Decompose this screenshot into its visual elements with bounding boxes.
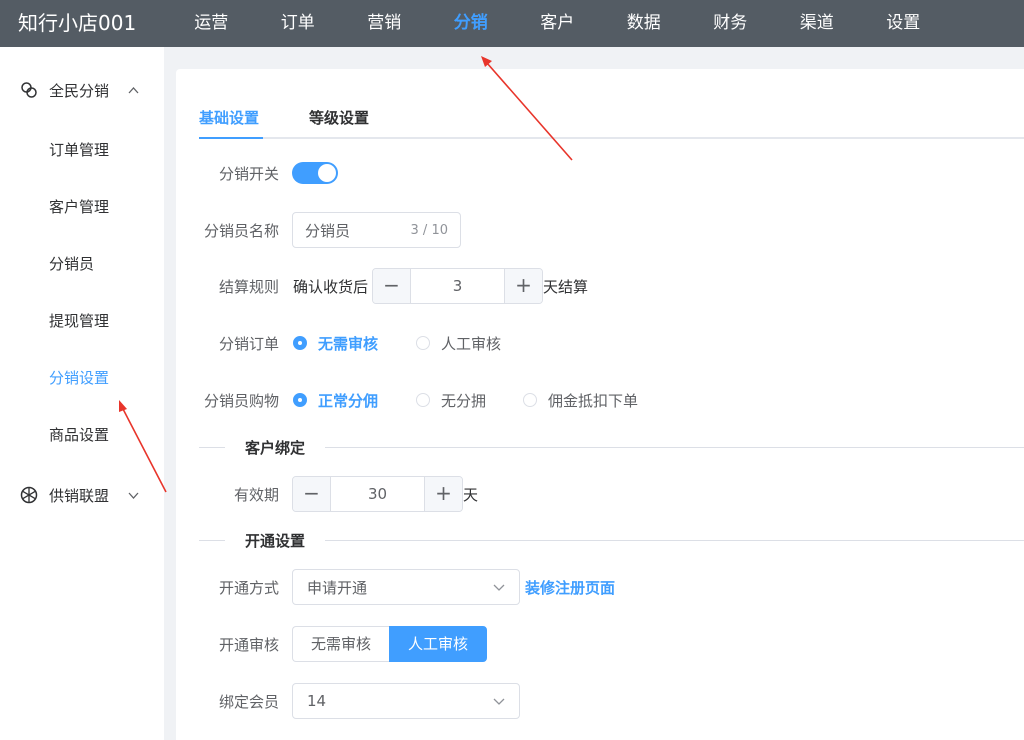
bind-member-select[interactable]: 14 xyxy=(292,683,520,719)
nav-data[interactable]: 数据 xyxy=(601,0,688,47)
radio-label: 正常分佣 xyxy=(318,391,379,410)
top-nav: 运营 订单 营销 分销 客户 数据 财务 渠道 设置 xyxy=(168,0,947,47)
radio-dot xyxy=(293,393,307,407)
open-review-no-review-button[interactable]: 无需审核 xyxy=(292,626,390,662)
open-review-label: 开通审核 xyxy=(218,635,279,654)
valid-period-unit: 天 xyxy=(463,485,479,504)
increase-button[interactable]: + xyxy=(504,269,542,303)
distributor-purchase-label: 分销员购物 xyxy=(203,391,279,410)
distribution-order-label: 分销订单 xyxy=(218,334,279,353)
settlement-days-value[interactable]: 3 xyxy=(411,269,504,303)
open-mode-select[interactable]: 申请开通 xyxy=(292,569,520,605)
form-row-bind-member: 绑定会员 14 xyxy=(176,683,676,719)
settings-card: 基础设置 等级设置 分销开关 分销员名称 分销员 3 / 10 结算规则 确认收… xyxy=(176,69,1024,740)
chevron-down-icon xyxy=(493,698,505,705)
bind-member-value: 14 xyxy=(307,692,327,710)
valid-period-stepper: − 30 + xyxy=(292,476,463,512)
distribution-switch[interactable] xyxy=(292,162,338,184)
char-count: 3 / 10 xyxy=(410,222,448,238)
radio-dot xyxy=(416,336,430,350)
form-row-valid-period: 有效期 − 30 + 天 xyxy=(176,476,576,512)
radio-dot xyxy=(293,336,307,350)
nav-orders[interactable]: 订单 xyxy=(255,0,342,47)
settlement-suffix: 天结算 xyxy=(543,277,589,296)
sidebar-item-withdrawal-management[interactable]: 提现管理 xyxy=(0,301,164,341)
radio-order-no-review[interactable]: 无需审核 xyxy=(293,333,378,354)
open-mode-label: 开通方式 xyxy=(218,578,279,597)
sidebar: 全民分销 订单管理 客户管理 分销员 提现管理 分销设置 商品设置 供销联盟 xyxy=(0,47,164,740)
top-navigation-bar: 知行小店001 运营 订单 营销 分销 客户 数据 财务 渠道 设置 xyxy=(0,0,1024,47)
nav-distribution[interactable]: 分销 xyxy=(428,0,515,47)
chevron-up-icon xyxy=(128,87,139,94)
section-title-customer-binding: 客户绑定 xyxy=(225,437,326,458)
tab-basic-settings[interactable]: 基础设置 xyxy=(199,107,259,128)
settlement-prefix: 确认收货后 xyxy=(293,277,369,296)
distributor-name-input[interactable]: 分销员 3 / 10 xyxy=(292,212,461,248)
network-icon xyxy=(20,486,38,504)
open-mode-value: 申请开通 xyxy=(307,578,368,597)
sidebar-item-order-management[interactable]: 订单管理 xyxy=(0,130,164,170)
radio-dot xyxy=(416,393,430,407)
settlement-rule-label: 结算规则 xyxy=(218,277,279,296)
distributor-name-label: 分销员名称 xyxy=(203,221,279,240)
chevron-down-icon xyxy=(128,492,139,499)
form-row-purchase: 分销员购物 正常分佣 无分拥 佣金抵扣下单 xyxy=(176,382,776,418)
radio-label: 无需审核 xyxy=(318,334,379,353)
increase-button[interactable]: + xyxy=(424,477,462,511)
nav-operations[interactable]: 运营 xyxy=(168,0,255,47)
nav-finance[interactable]: 财务 xyxy=(687,0,774,47)
section-title-open-settings: 开通设置 xyxy=(225,530,326,551)
nav-marketing[interactable]: 营销 xyxy=(341,0,428,47)
open-review-toggle: 无需审核 人工审核 xyxy=(292,626,488,662)
form-row-switch: 分销开关 xyxy=(176,155,576,191)
sidebar-item-customer-management[interactable]: 客户管理 xyxy=(0,187,164,227)
radio-label: 人工审核 xyxy=(441,334,502,353)
store-name: 知行小店001 xyxy=(18,11,137,35)
sidebar-group-label: 全民分销 xyxy=(49,81,110,100)
valid-period-label: 有效期 xyxy=(233,485,279,504)
sidebar-item-distribution-settings[interactable]: 分销设置 xyxy=(0,358,164,398)
tab-active-indicator xyxy=(199,137,263,139)
decrease-button[interactable]: − xyxy=(293,477,331,511)
form-row-name: 分销员名称 分销员 3 / 10 xyxy=(176,212,576,248)
radio-label: 佣金抵扣下单 xyxy=(548,391,639,410)
nav-customers[interactable]: 客户 xyxy=(514,0,601,47)
distribution-icon xyxy=(21,82,37,98)
bind-member-label: 绑定会员 xyxy=(218,692,279,711)
radio-label: 无分拥 xyxy=(441,391,487,410)
distributor-name-value: 分销员 xyxy=(305,221,351,240)
radio-normal-commission[interactable]: 正常分佣 xyxy=(293,390,378,411)
form-row-open-mode: 开通方式 申请开通 装修注册页面 xyxy=(176,569,676,605)
sidebar-item-distributors[interactable]: 分销员 xyxy=(0,244,164,284)
sidebar-group-label: 供销联盟 xyxy=(49,486,110,505)
settlement-days-stepper: − 3 + xyxy=(372,268,543,304)
nav-settings[interactable]: 设置 xyxy=(860,0,947,47)
settings-tabs: 基础设置 等级设置 xyxy=(199,97,1024,139)
open-review-manual-button[interactable]: 人工审核 xyxy=(389,626,488,662)
decrease-button[interactable]: − xyxy=(373,269,411,303)
radio-dot xyxy=(523,393,537,407)
chevron-down-icon xyxy=(493,584,505,591)
form-row-open-review: 开通审核 无需审核 人工审核 xyxy=(176,626,676,662)
form-row-settlement: 结算规则 确认收货后 − 3 + 天结算 xyxy=(176,268,676,304)
nav-channels[interactable]: 渠道 xyxy=(774,0,861,47)
tab-level-settings[interactable]: 等级设置 xyxy=(309,107,369,128)
sidebar-group-all-distribution[interactable]: 全民分销 xyxy=(0,70,164,110)
radio-commission-deduction[interactable]: 佣金抵扣下单 xyxy=(523,390,638,411)
valid-period-value[interactable]: 30 xyxy=(331,477,424,511)
radio-no-commission[interactable]: 无分拥 xyxy=(416,390,486,411)
radio-order-manual-review[interactable]: 人工审核 xyxy=(416,333,501,354)
distribution-switch-label: 分销开关 xyxy=(218,164,279,183)
form-row-order-review: 分销订单 无需审核 人工审核 xyxy=(176,325,676,361)
decorate-register-page-link[interactable]: 装修注册页面 xyxy=(525,577,615,598)
sidebar-item-product-settings[interactable]: 商品设置 xyxy=(0,415,164,455)
sidebar-group-supply-alliance[interactable]: 供销联盟 xyxy=(0,475,164,515)
